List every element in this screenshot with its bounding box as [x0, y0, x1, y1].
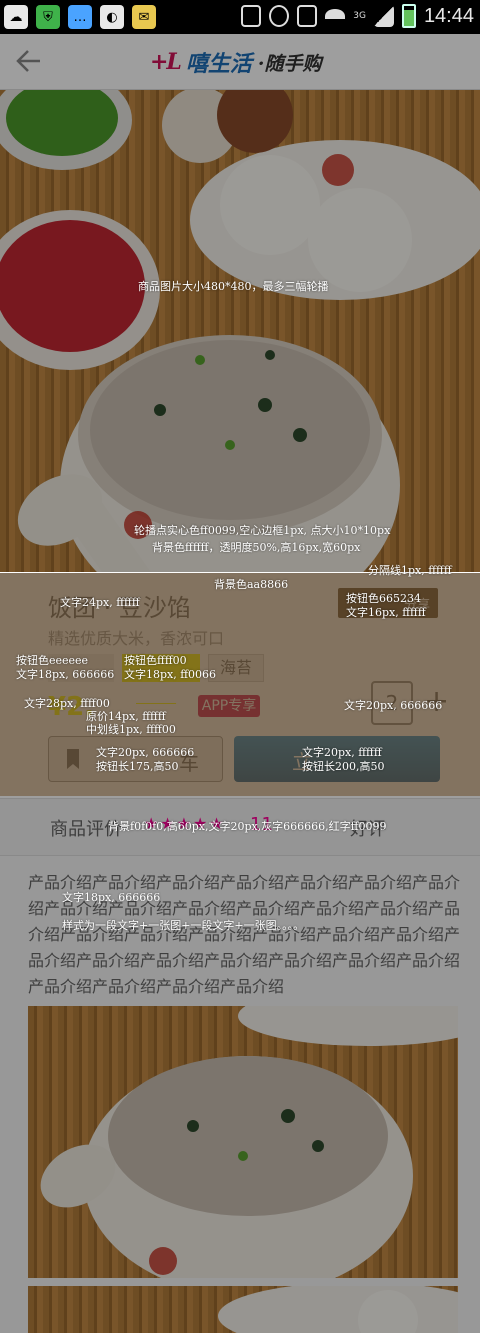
- alarm-icon: [269, 5, 290, 27]
- mail-icon: ✉: [132, 5, 156, 29]
- chat-icon: …: [68, 5, 92, 29]
- cloud-icon: ☁: [4, 5, 28, 29]
- app-icon: ◐: [100, 5, 124, 29]
- add-to-cart-button[interactable]: 车: [48, 736, 223, 782]
- congee-photo: [40, 1006, 458, 1278]
- status-bar: ☁ ⛨ … ◐ ✉ 3G 14:44: [0, 0, 480, 34]
- annotation-hero: 商品图片大小480*480，最多三幅轮播: [138, 280, 329, 293]
- bookmark-icon: [67, 749, 79, 769]
- description-image: [28, 1006, 458, 1278]
- annotation-dots-bg: 背景色ffffff，透明度50%,高16px,宽60px: [152, 541, 361, 554]
- annotation-buy-text: 文字20px, ffffff: [302, 746, 382, 759]
- option-tag-seaweed[interactable]: 海苔: [208, 654, 264, 682]
- annotation-price: 文字28px, ffff00: [24, 697, 110, 710]
- annotation-share-text: 文字16px, ffffff: [346, 606, 426, 619]
- annotation-desc-style: 样式为一段文字+一张图+一段文字+一张图。。。。: [62, 919, 305, 932]
- brand-mark: +L: [150, 49, 182, 75]
- brand-logo: +L 嘻生活 ·随手购: [150, 44, 322, 80]
- annotation-buy-size: 按钮长200,高50: [302, 760, 385, 773]
- annotation-strike: 中划线1px, ffff00: [86, 723, 176, 736]
- signal-icon: [373, 5, 394, 27]
- back-arrow-icon[interactable]: [16, 48, 42, 74]
- annotation-dots: 轮播点实心色ff0099,空心边框1px, 点大小10*10px: [134, 524, 391, 537]
- congee-photo: [0, 90, 480, 572]
- description-image: [28, 1286, 458, 1333]
- clock: 14:44: [423, 4, 474, 27]
- annotation-tag2-text: 文字18px, ff0066: [124, 668, 217, 681]
- annotation-title: 文字24px, ffffff: [60, 596, 140, 609]
- product-page: ☁ ⛨ … ◐ ✉ 3G 14:44 +L 嘻生活 ·随手购 饭团 · 豆沙馅 …: [0, 0, 480, 1333]
- congee-photo: [218, 1286, 458, 1333]
- brand-name: 嘻生活: [185, 51, 252, 77]
- annotation-reviews: 背景f0f0f0,高60px,文字20px,灰字666666,红字ff0099: [108, 820, 387, 833]
- buy-now-button[interactable]: 立: [234, 736, 440, 782]
- annotation-desc-font: 文字18px, 666666: [62, 891, 161, 904]
- vibrate-icon: [241, 5, 262, 27]
- annotation-fav-size: 按钮长175,高50: [96, 760, 179, 773]
- annotation-orig-price: 原价14px, ffffff: [86, 710, 166, 723]
- product-subtitle: 精选优质大米，香浓可口: [48, 629, 225, 648]
- annotation-tag1-text: 文字18px, 666666: [16, 668, 115, 681]
- product-image-carousel[interactable]: [0, 90, 480, 572]
- network-type: 3G: [353, 11, 366, 21]
- app-header: +L 嘻生活 ·随手购: [0, 34, 480, 90]
- battery-icon: [401, 4, 416, 28]
- app-exclusive-badge: APP专享: [198, 695, 260, 717]
- annotation-separator: 分隔线1px, ffffff: [368, 564, 452, 577]
- annotation-share-btn: 按钮色665234: [346, 592, 421, 605]
- brand-suffix: ·随手购: [257, 52, 322, 75]
- annotation-panel-bg: 背景色aa8866: [214, 578, 289, 591]
- annotation-tag1-color: 按钮色eeeeee: [16, 654, 89, 667]
- annotation-tag2-color: 按钮色ffff00: [124, 654, 187, 667]
- sim-icon: [297, 5, 318, 27]
- shield-icon: ⛨: [36, 5, 60, 29]
- annotation-fav-text: 文字20px, 666666: [96, 746, 195, 759]
- wifi-icon: [325, 9, 346, 23]
- product-description: 产品介绍产品介绍产品介绍产品介绍产品介绍产品介绍产品介绍产品介绍产品介绍产品介绍…: [28, 873, 461, 996]
- annotation-qty: 文字20px, 666666: [344, 699, 443, 712]
